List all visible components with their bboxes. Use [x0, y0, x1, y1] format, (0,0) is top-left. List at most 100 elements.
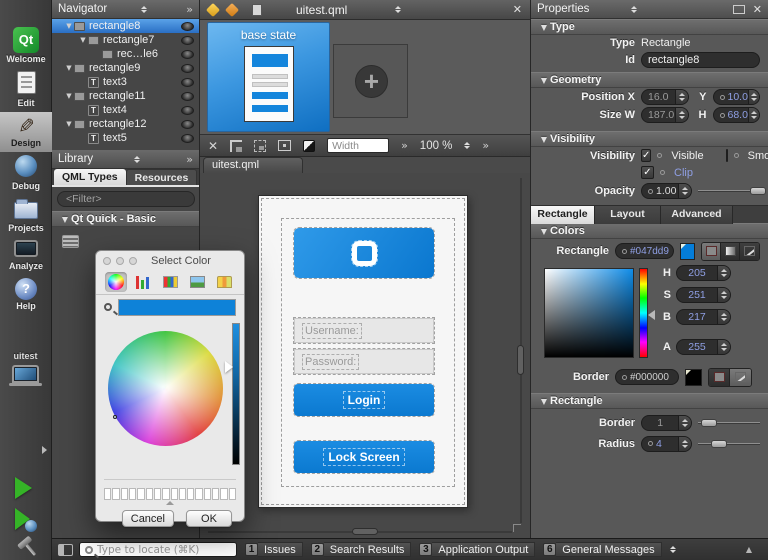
smooth-checkbox[interactable]: [725, 149, 728, 162]
image-palettes-tool[interactable]: [186, 272, 208, 292]
toolbar-overflow-icon[interactable]: »: [482, 139, 489, 152]
section-rectangle[interactable]: ▼ Rectangle: [531, 393, 768, 409]
eye-icon[interactable]: [181, 91, 194, 101]
eye-icon[interactable]: [181, 35, 194, 45]
snap-items-icon[interactable]: [254, 139, 267, 152]
mode-edit[interactable]: Edit: [0, 68, 52, 112]
mode-help[interactable]: ? Help: [0, 275, 52, 315]
slider-handle[interactable]: [711, 439, 728, 448]
toolbar-overflow-icon[interactable]: »: [401, 139, 408, 152]
color-palettes-tool[interactable]: [159, 272, 181, 292]
run-button[interactable]: [15, 477, 32, 502]
stepper-icon[interactable]: [678, 415, 692, 430]
section-geometry[interactable]: ▼ Geometry: [531, 72, 768, 88]
stepper-icon[interactable]: [717, 288, 730, 302]
build-button[interactable]: [15, 533, 43, 560]
tree-item-rectangle12[interactable]: ▼ rectangle12: [52, 117, 199, 131]
tab-layout[interactable]: Layout: [595, 206, 661, 224]
eye-icon[interactable]: [181, 63, 194, 73]
color-wheel[interactable]: [108, 331, 223, 446]
stepper-icon[interactable]: [678, 184, 692, 198]
dialog-titlebar[interactable]: Select Color: [96, 251, 244, 270]
snap-parent-icon[interactable]: [230, 139, 243, 152]
expand-arrow-icon[interactable]: ▼: [64, 64, 74, 72]
tab-rectangle[interactable]: Rectangle: [531, 206, 595, 224]
id-field[interactable]: rectangle8: [641, 52, 760, 68]
stepper-icon[interactable]: [747, 108, 759, 122]
stepper-icon[interactable]: [674, 108, 688, 122]
back-icon[interactable]: [205, 2, 221, 17]
close-icon[interactable]: ✕: [513, 3, 522, 16]
expand-arrow-icon[interactable]: ▼: [64, 22, 74, 30]
panel-split-icon[interactable]: [631, 3, 638, 16]
expand-arrow-icon[interactable]: ▼: [64, 120, 74, 128]
design-canvas[interactable]: Username: Password: Login Lock Screen: [200, 173, 530, 538]
tab-qml-types[interactable]: QML Types: [54, 169, 126, 185]
expand-arrow-icon[interactable]: ▼: [64, 92, 74, 100]
pane-application-output[interactable]: 3 Application Output: [419, 542, 536, 557]
horizontal-scrollbar-handle[interactable]: [352, 528, 378, 535]
opacity-slider[interactable]: [698, 186, 767, 196]
canvas-width-input[interactable]: [327, 138, 390, 153]
hue-spinbox[interactable]: 205: [676, 265, 731, 281]
slider-handle[interactable]: [701, 418, 718, 427]
kit-selector[interactable]: uitest: [0, 351, 51, 386]
solid-fill-button[interactable]: [702, 242, 722, 260]
qml-component-icon[interactable]: [62, 235, 79, 248]
rectangle-color-swatch[interactable]: [679, 242, 696, 260]
tree-item-text5[interactable]: T text5: [52, 131, 199, 145]
magnifier-icon[interactable]: [104, 303, 112, 311]
saturation-spinbox[interactable]: 251: [676, 287, 731, 303]
username-field-item[interactable]: Username:: [293, 317, 435, 344]
new-pane-icon[interactable]: [732, 4, 745, 14]
tree-item-rectangle6[interactable]: rec…le6: [52, 47, 199, 61]
lock-screen-button-item[interactable]: Lock Screen: [293, 440, 435, 474]
stepper-icon[interactable]: [717, 266, 730, 280]
tree-item-text4[interactable]: T text4: [52, 103, 199, 117]
mode-analyze[interactable]: Analyze: [0, 237, 52, 275]
radius-spinbox[interactable]: 4: [641, 435, 693, 452]
selected-rectangle-item[interactable]: [293, 227, 435, 279]
hue-bar[interactable]: [639, 268, 648, 358]
opacity-spinbox[interactable]: 1.00: [641, 183, 693, 199]
kit-expand-icon[interactable]: [42, 446, 47, 454]
panel-split-icon[interactable]: [133, 153, 140, 166]
mode-projects[interactable]: Projects: [0, 195, 52, 237]
eye-icon[interactable]: [181, 77, 194, 87]
cancel-button[interactable]: Cancel: [121, 510, 174, 527]
file-tab[interactable]: uitest.qml: [203, 157, 303, 173]
expand-arrow-icon[interactable]: ▼: [78, 36, 88, 44]
stepper-icon[interactable]: [747, 90, 759, 104]
saturation-square[interactable]: [544, 268, 634, 358]
forward-icon[interactable]: [224, 2, 240, 17]
panel-overflow-icon[interactable]: »: [186, 153, 193, 166]
hue-handle-icon[interactable]: [648, 310, 655, 320]
contrast-icon[interactable]: [303, 139, 316, 152]
zoom-level[interactable]: 100 %: [420, 140, 453, 152]
vertical-scrollbar-handle[interactable]: [517, 345, 524, 375]
eye-icon[interactable]: [181, 49, 194, 59]
ok-button[interactable]: OK: [186, 510, 232, 527]
mode-debug[interactable]: Debug: [0, 152, 52, 195]
brightness-handle-icon[interactable]: [225, 361, 233, 373]
zoom-traffic-icon[interactable]: [129, 256, 137, 265]
border-width-spinbox[interactable]: 1: [641, 414, 693, 431]
expand-up-icon[interactable]: ▲: [746, 545, 752, 554]
eye-icon[interactable]: [181, 105, 194, 115]
border-color-hex[interactable]: #000000: [615, 369, 679, 385]
color-wheel-tool[interactable]: [105, 272, 127, 292]
panel-split-icon[interactable]: [140, 3, 147, 16]
pane-issues[interactable]: 1 Issues: [245, 542, 303, 557]
base-state-card[interactable]: base state: [207, 22, 330, 132]
stepper-icon[interactable]: [717, 340, 730, 354]
color-sliders-tool[interactable]: [132, 272, 154, 292]
pane-general-messages[interactable]: 6 General Messages: [543, 542, 662, 557]
transparent-fill-button[interactable]: [740, 242, 759, 260]
panel-split-icon[interactable]: [395, 3, 402, 16]
position-y-spinbox[interactable]: 10.0: [712, 89, 760, 105]
close-traffic-icon[interactable]: [103, 256, 111, 265]
section-colors[interactable]: ▼ Colors: [531, 223, 768, 239]
pane-split-icon[interactable]: [669, 543, 676, 556]
solid-border-button[interactable]: [709, 368, 730, 386]
panel-overflow-icon[interactable]: »: [186, 3, 193, 16]
